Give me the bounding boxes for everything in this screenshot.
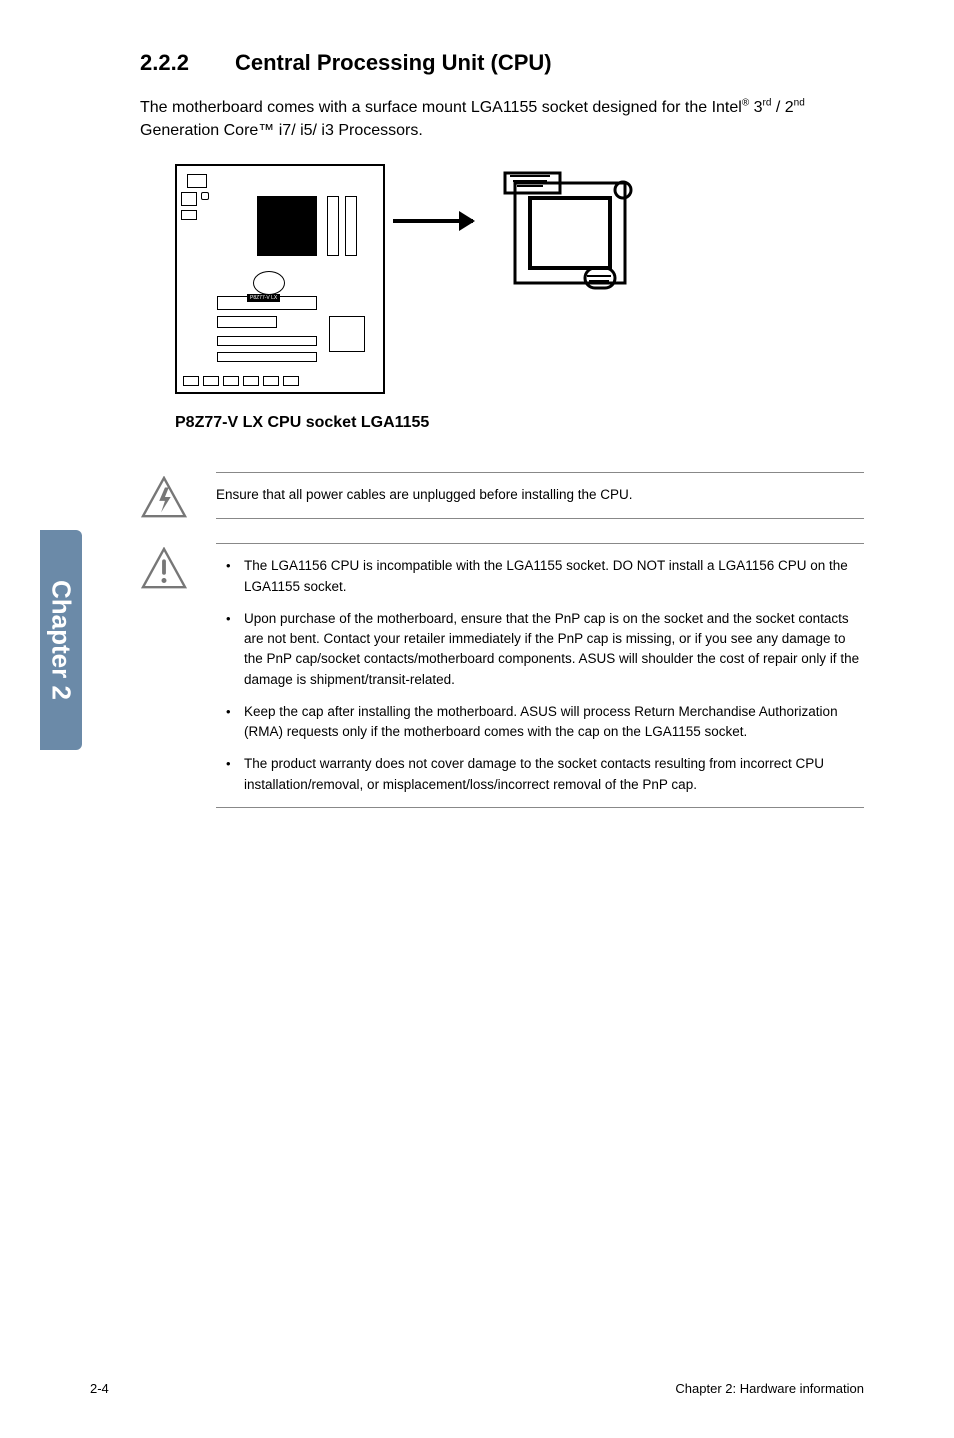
- warning-body: Ensure that all power cables are unplugg…: [216, 472, 864, 518]
- section-number: 2.2.2: [140, 50, 235, 76]
- socket-closeup: [495, 168, 645, 298]
- caution-note: The LGA1156 CPU is incompatible with the…: [140, 543, 864, 808]
- intro-text-2: 3: [749, 99, 762, 116]
- caution-body: The LGA1156 CPU is incompatible with the…: [216, 543, 864, 808]
- caution-bullet: The LGA1156 CPU is incompatible with the…: [216, 556, 864, 597]
- page-number: 2-4: [90, 1381, 109, 1396]
- caution-bullet: The product warranty does not cover dama…: [216, 754, 864, 795]
- motherboard-outline: P8Z77-V LX: [175, 164, 385, 394]
- intro-text-1: The motherboard comes with a surface mou…: [140, 99, 742, 116]
- section-title: Central Processing Unit (CPU): [235, 50, 552, 75]
- motherboard-diagram: P8Z77-V LX: [175, 164, 655, 404]
- intro-text-4: Generation Core™ i7/ i5/ i3 Processors.: [140, 122, 423, 139]
- caution-bullet: Upon purchase of the motherboard, ensure…: [216, 609, 864, 690]
- warning-note: Ensure that all power cables are unplugg…: [140, 472, 864, 525]
- page-footer: 2-4 Chapter 2: Hardware information: [90, 1381, 864, 1396]
- exclamation-caution-icon: [140, 543, 188, 596]
- lightning-warning-icon: [140, 472, 188, 525]
- section-heading: 2.2.2Central Processing Unit (CPU): [140, 50, 864, 76]
- intro-paragraph: The motherboard comes with a surface mou…: [140, 96, 864, 142]
- intro-text-3: / 2: [771, 99, 793, 116]
- footer-chapter-label: Chapter 2: Hardware information: [675, 1381, 864, 1396]
- chapter-tab: Chapter 2: [40, 530, 82, 750]
- warning-text: Ensure that all power cables are unplugg…: [216, 487, 633, 502]
- board-model-label: P8Z77-V LX: [247, 294, 280, 302]
- diagram-caption: P8Z77-V LX CPU socket LGA1155: [175, 414, 864, 432]
- superscript-nd: nd: [794, 98, 805, 109]
- caution-bullet: Keep the cap after installing the mother…: [216, 702, 864, 743]
- caution-bullet-list: The LGA1156 CPU is incompatible with the…: [216, 556, 864, 795]
- cpu-socket-icon: [257, 196, 317, 256]
- arrow-icon: [393, 219, 473, 223]
